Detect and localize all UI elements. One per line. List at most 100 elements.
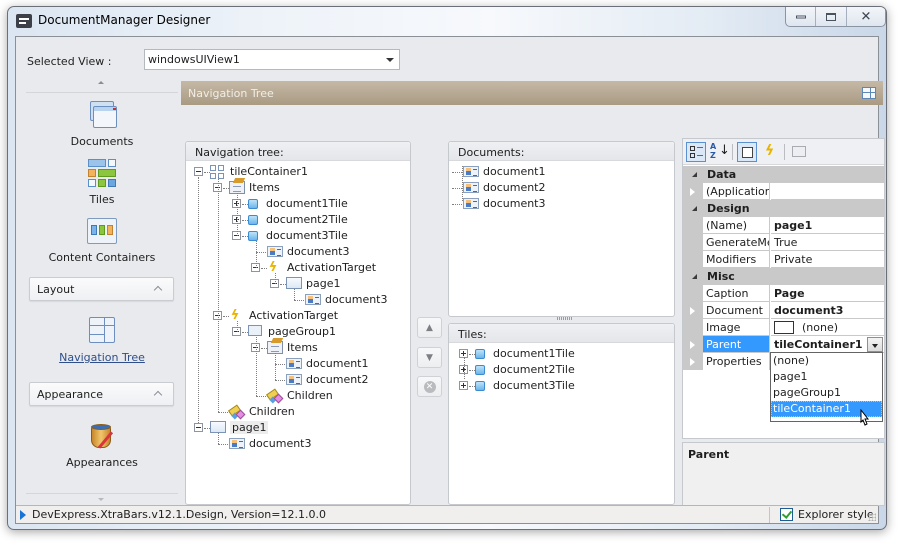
- tree-node[interactable]: document2Tile: [186, 212, 410, 228]
- property-gutter: [683, 336, 703, 353]
- tree-node-label: Items: [249, 181, 280, 194]
- tile-item[interactable]: document3Tile: [449, 378, 674, 394]
- tree-node[interactable]: pageGroup1: [186, 322, 410, 340]
- expand-triangle-icon[interactable]: [689, 306, 695, 316]
- maximize-button[interactable]: [815, 7, 845, 26]
- property-value[interactable]: Page: [771, 285, 884, 302]
- tree-node[interactable]: page1: [186, 276, 410, 292]
- sidebar-item-documents[interactable]: Documents: [26, 99, 178, 148]
- layout-icon[interactable]: [862, 87, 876, 99]
- property-row[interactable]: (Name) page1: [683, 217, 884, 234]
- collapse-icon[interactable]: [194, 167, 203, 176]
- property-name: Document: [703, 302, 770, 319]
- move-up-button[interactable]: ▲: [417, 317, 442, 338]
- tree-node[interactable]: ϟ ActivationTarget: [186, 260, 410, 276]
- property-value[interactable]: Private: [771, 251, 884, 268]
- tree-node[interactable]: tileContainer1: [186, 164, 410, 180]
- remove-button[interactable]: ✕: [417, 376, 442, 397]
- tree-node[interactable]: document3: [186, 292, 410, 308]
- page-group-icon: [245, 322, 262, 336]
- tree-node[interactable]: Items: [186, 180, 410, 196]
- properties-button[interactable]: [737, 142, 757, 162]
- help-title: Parent: [688, 448, 730, 461]
- expand-triangle-icon[interactable]: [689, 340, 695, 350]
- move-down-button[interactable]: ▼: [417, 347, 442, 368]
- property-value[interactable]: document3: [771, 302, 884, 319]
- events-button[interactable]: ϟ: [760, 142, 780, 162]
- tree-node[interactable]: document3: [186, 436, 410, 452]
- categorized-button[interactable]: [686, 142, 706, 162]
- property-value[interactable]: tileContainer1: [771, 336, 884, 353]
- expand-triangle-icon[interactable]: [689, 357, 695, 367]
- tree-node[interactable]: document3Tile: [186, 228, 410, 244]
- group-header-layout[interactable]: Layout: [29, 277, 174, 301]
- window-title: DocumentManager Designer: [38, 13, 211, 27]
- tree-node[interactable]: page1: [186, 420, 410, 436]
- category-name: Design: [707, 202, 750, 215]
- sidebar-item-tiles[interactable]: Tiles: [26, 157, 178, 206]
- dropdown-button[interactable]: [867, 337, 883, 352]
- sidebar-item-content-containers[interactable]: Content Containers: [26, 215, 178, 264]
- property-row[interactable]: Parent tileContainer1: [683, 336, 884, 353]
- sidebar-item-label: Tiles: [89, 193, 115, 206]
- property-row[interactable]: Image (none): [683, 319, 884, 336]
- sidebar-scroll-down[interactable]: [26, 493, 178, 505]
- property-row[interactable]: Document document3: [683, 302, 884, 319]
- sidebar-item-appearances[interactable]: Appearances: [26, 420, 178, 469]
- property-row[interactable]: (ApplicationS: [683, 183, 884, 200]
- dropdown-option[interactable]: page1: [771, 369, 882, 385]
- activation-target-icon: ϟ: [230, 308, 240, 323]
- tree-node[interactable]: document1Tile: [186, 196, 410, 212]
- expanded-triangle-icon[interactable]: [692, 274, 697, 279]
- tree-connector: [275, 273, 276, 284]
- tree-node[interactable]: ϟ ActivationTarget: [186, 308, 410, 324]
- explorer-style-label[interactable]: Explorer style: [798, 508, 874, 521]
- chevron-up-icon: [153, 390, 163, 400]
- tree-node[interactable]: document1: [186, 356, 410, 372]
- document-item[interactable]: document1: [449, 164, 674, 180]
- document-item[interactable]: document3: [449, 196, 674, 212]
- alphabetical-button[interactable]: AZ ↓: [708, 142, 730, 162]
- dropdown-option[interactable]: pageGroup1: [771, 385, 882, 401]
- splitter-handle[interactable]: [557, 317, 573, 320]
- tree-connector: [464, 357, 465, 379]
- tile-item[interactable]: document2Tile: [449, 362, 674, 378]
- dropdown-option[interactable]: (none): [771, 353, 882, 369]
- expand-icon[interactable]: [459, 381, 468, 390]
- property-value[interactable]: True: [771, 234, 884, 251]
- play-icon: [20, 510, 26, 520]
- tree-node[interactable]: Items: [186, 340, 410, 356]
- resize-grip-icon[interactable]: [868, 513, 876, 521]
- property-category[interactable]: Data: [683, 166, 884, 183]
- document-item[interactable]: document2: [449, 180, 674, 196]
- property-value[interactable]: (none): [771, 319, 884, 336]
- sidebar-scroll-up[interactable]: [26, 75, 178, 93]
- tree-node[interactable]: Children: [186, 404, 410, 420]
- expanded-triangle-icon[interactable]: [692, 172, 697, 177]
- property-category[interactable]: Design: [683, 200, 884, 217]
- selected-view-combo[interactable]: windowsUIView1: [144, 49, 400, 70]
- property-category[interactable]: Misc: [683, 268, 884, 285]
- collapse-icon[interactable]: [194, 423, 203, 432]
- property-gutter: [683, 183, 703, 200]
- property-row[interactable]: Caption Page: [683, 285, 884, 302]
- property-row[interactable]: Modifiers Private: [683, 251, 884, 268]
- expand-triangle-icon[interactable]: [689, 187, 695, 197]
- property-row[interactable]: GenerateMerTrue: [683, 234, 884, 251]
- property-value[interactable]: [771, 183, 884, 200]
- group-header-appearance[interactable]: Appearance: [29, 382, 174, 406]
- category-name: Data: [707, 168, 737, 181]
- minimize-button[interactable]: [786, 7, 815, 26]
- property-pages-button[interactable]: [789, 142, 809, 162]
- close-button[interactable]: ✕: [845, 7, 885, 26]
- group-header-label: Appearance: [37, 388, 104, 401]
- property-value[interactable]: page1: [771, 217, 884, 234]
- expanded-triangle-icon[interactable]: [692, 206, 697, 211]
- tree-node[interactable]: document3: [186, 244, 410, 260]
- appearances-icon: [86, 420, 118, 452]
- tree-node[interactable]: document2: [186, 372, 410, 388]
- tree-node[interactable]: Children: [186, 388, 410, 404]
- explorer-style-checkbox[interactable]: [780, 508, 793, 521]
- tile-item[interactable]: document1Tile: [449, 346, 674, 362]
- sidebar-item-navigation-tree[interactable]: Navigation Tree: [26, 315, 178, 364]
